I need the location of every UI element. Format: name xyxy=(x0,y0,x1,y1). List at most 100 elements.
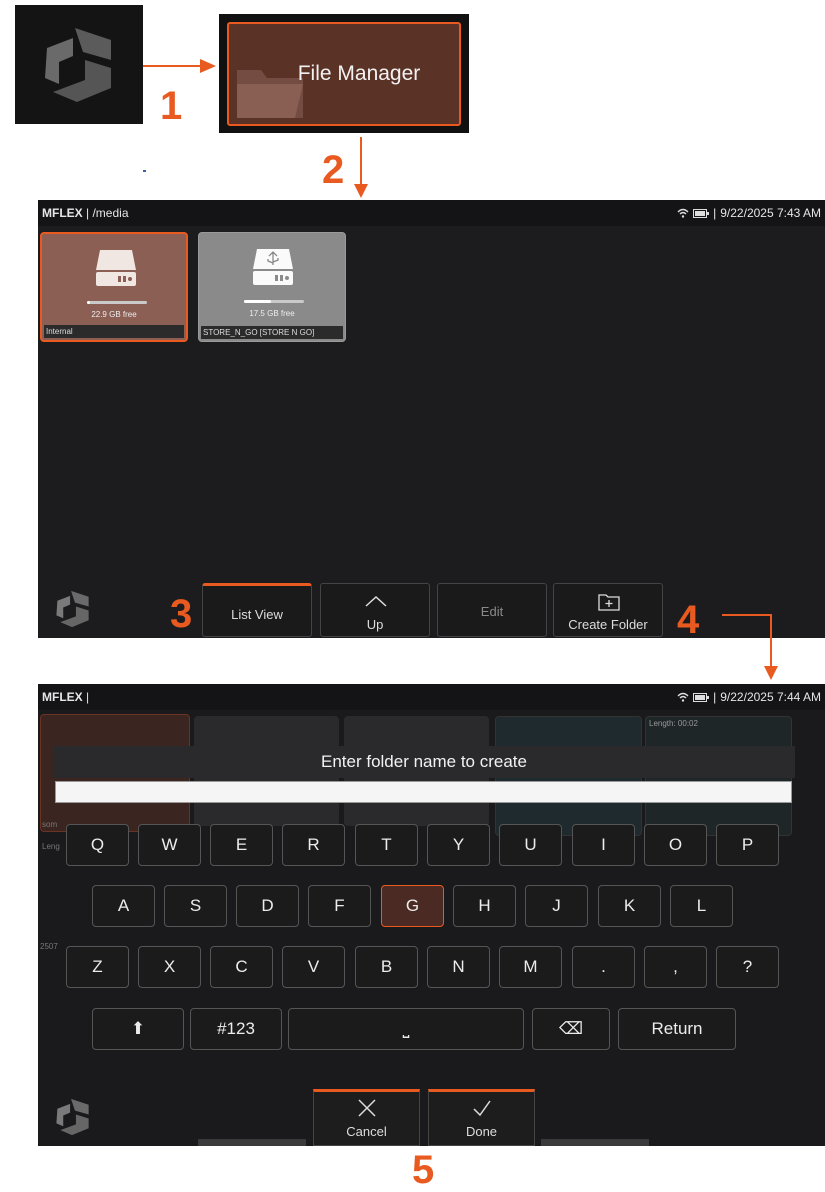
storage-usage-bar xyxy=(244,300,304,303)
key-m[interactable]: M xyxy=(499,946,562,988)
step-number-3: 3 xyxy=(170,592,193,636)
key-q[interactable]: Q xyxy=(66,824,129,866)
background-label: Leng xyxy=(42,842,60,851)
file-manager-tile[interactable]: File Manager xyxy=(219,14,469,133)
file-manager-label: File Manager xyxy=(297,62,421,85)
drive-tile-internal[interactable]: 22.9 GB free Internal xyxy=(40,232,188,342)
mflex-logo-icon xyxy=(56,1098,89,1136)
add-folder-icon xyxy=(598,594,620,611)
file-manager-button[interactable]: File Manager xyxy=(227,22,461,126)
return-key[interactable]: Return xyxy=(618,1008,736,1050)
mflex-logo-icon xyxy=(45,28,111,102)
dialog-title: Enter folder name to create xyxy=(53,746,795,778)
key-f[interactable]: F xyxy=(308,885,371,927)
storage-usage-fill xyxy=(244,300,271,303)
background-label: som xyxy=(42,820,58,829)
key-b[interactable]: B xyxy=(355,946,418,988)
done-button[interactable]: Done xyxy=(428,1089,535,1146)
cancel-button[interactable]: Cancel xyxy=(313,1089,420,1146)
key-l[interactable]: L xyxy=(670,885,733,927)
chevron-up-icon xyxy=(365,595,387,607)
arrow-4-horizontal xyxy=(722,614,771,616)
up-button[interactable]: Up xyxy=(320,583,430,637)
free-space-label: 22.9 GB free xyxy=(91,310,137,319)
drive-label: STORE_N_GO [STORE N GO] xyxy=(201,326,343,339)
key-c[interactable]: C xyxy=(210,946,273,988)
key-i[interactable]: I xyxy=(572,824,635,866)
edit-label: Edit xyxy=(480,604,504,619)
key-n[interactable]: N xyxy=(427,946,490,988)
key-r[interactable]: R xyxy=(282,824,345,866)
step-number-5: 5 xyxy=(412,1148,435,1192)
battery-icon xyxy=(693,692,710,702)
step-number-1: 1 xyxy=(160,84,183,128)
step-number-2: 2 xyxy=(322,148,345,192)
key-g[interactable]: G xyxy=(381,885,444,927)
up-label: Up xyxy=(366,617,384,632)
storage-usage-bar xyxy=(87,301,147,304)
list-view-button[interactable]: List View xyxy=(202,583,312,637)
key-d[interactable]: D xyxy=(236,885,299,927)
stray-dot xyxy=(143,170,146,172)
key-comma[interactable]: , xyxy=(644,946,707,988)
app-name: MFLEX xyxy=(42,690,83,704)
hard-drive-icon xyxy=(96,250,136,286)
edit-button[interactable]: Edit xyxy=(437,583,547,637)
arrow-4-vertical xyxy=(770,614,772,667)
video-length-label: Length: 00:02 xyxy=(649,719,698,728)
key-s[interactable]: S xyxy=(164,885,227,927)
background-label: 2507 xyxy=(40,942,58,951)
status-bar: MFLEX | /media | 9/22/2025 7:43 AM xyxy=(38,200,825,226)
key-t[interactable]: T xyxy=(355,824,418,866)
drive-label: Internal xyxy=(44,325,184,338)
key-period[interactable]: . xyxy=(572,946,635,988)
wifi-icon xyxy=(677,692,689,702)
symbols-key[interactable]: #123 xyxy=(190,1008,282,1050)
free-space-label: 17.5 GB free xyxy=(249,309,295,318)
date-time: 9/22/2025 7:44 AM xyxy=(720,690,821,704)
key-a[interactable]: A xyxy=(92,885,155,927)
app-launcher-icon-tile[interactable] xyxy=(15,5,143,124)
create-folder-button[interactable]: Create Folder xyxy=(553,583,663,637)
checkmark-icon xyxy=(473,1100,491,1117)
wifi-icon xyxy=(677,208,689,218)
key-v[interactable]: V xyxy=(282,946,345,988)
arrow-head-down-icon xyxy=(764,666,778,680)
space-key[interactable]: ⎵ xyxy=(288,1008,524,1050)
bottom-divider xyxy=(198,1139,306,1146)
folder-name-input[interactable] xyxy=(55,781,792,803)
arrow-2 xyxy=(360,137,362,189)
key-h[interactable]: H xyxy=(453,885,516,927)
storage-usage-fill xyxy=(87,301,90,304)
create-folder-label: Create Folder xyxy=(568,617,648,632)
create-folder-screen: MFLEX | | 9/22/2025 7:44 AM Length: 00:0… xyxy=(38,684,825,1146)
key-e[interactable]: E xyxy=(210,824,273,866)
arrow-head-right-icon xyxy=(200,59,216,73)
arrow-1 xyxy=(143,65,203,67)
battery-icon xyxy=(693,208,710,218)
list-view-label: List View xyxy=(231,607,283,622)
current-path: /media xyxy=(92,206,129,220)
key-y[interactable]: Y xyxy=(427,824,490,866)
mflex-logo-icon xyxy=(56,590,89,628)
key-k[interactable]: K xyxy=(598,885,661,927)
key-question[interactable]: ? xyxy=(716,946,779,988)
key-j[interactable]: J xyxy=(525,885,588,927)
bottom-divider xyxy=(541,1139,649,1146)
key-x[interactable]: X xyxy=(138,946,201,988)
close-icon xyxy=(358,1099,376,1117)
date-time: 9/22/2025 7:43 AM xyxy=(720,206,821,220)
key-p[interactable]: P xyxy=(716,824,779,866)
key-w[interactable]: W xyxy=(138,824,201,866)
file-manager-screen: MFLEX | /media | 9/22/2025 7:43 AM 22.9 … xyxy=(38,200,825,638)
key-z[interactable]: Z xyxy=(66,946,129,988)
cancel-label: Cancel xyxy=(346,1124,387,1139)
shift-key[interactable]: ⬆ xyxy=(92,1008,184,1050)
drive-tile-usb[interactable]: 17.5 GB free STORE_N_GO [STORE N GO] xyxy=(198,232,346,342)
usb-drive-icon xyxy=(253,249,293,285)
key-u[interactable]: U xyxy=(499,824,562,866)
backspace-key[interactable]: ⌫ xyxy=(532,1008,610,1050)
done-label: Done xyxy=(465,1124,498,1139)
key-o[interactable]: O xyxy=(644,824,707,866)
status-bar: MFLEX | | 9/22/2025 7:44 AM xyxy=(38,684,825,710)
